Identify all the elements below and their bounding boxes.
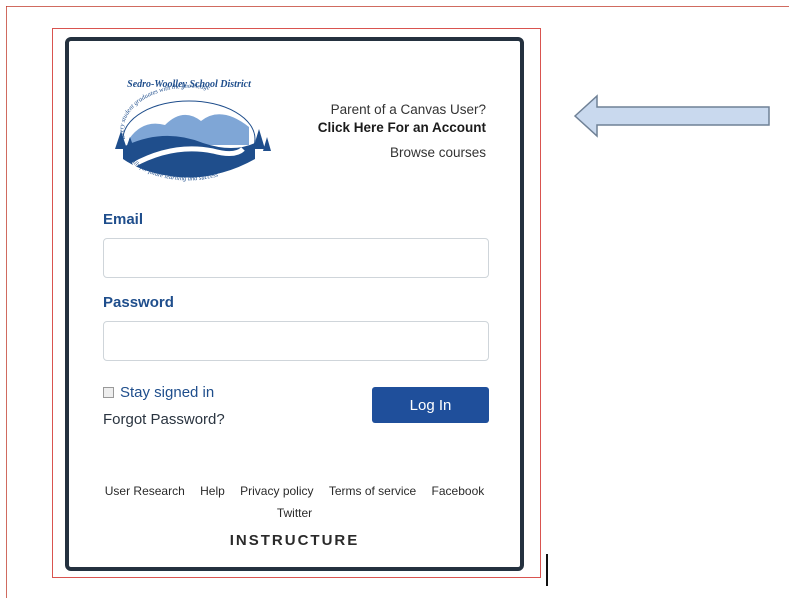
login-button[interactable]: Log In (372, 387, 489, 423)
footer-link-privacy[interactable]: Privacy policy (240, 484, 313, 498)
footer-link-facebook[interactable]: Facebook (432, 484, 485, 498)
password-field[interactable] (103, 321, 489, 361)
top-links: Parent of a Canvas User? Click Here For … (318, 101, 486, 162)
stay-signed-in-label[interactable]: Stay signed in (120, 384, 214, 401)
left-arrow-shape (573, 94, 770, 138)
footer-link-twitter[interactable]: Twitter (277, 506, 312, 520)
parent-question-text: Parent of a Canvas User? (330, 102, 486, 117)
footer-link-help[interactable]: Help (200, 484, 225, 498)
footer-link-user-research[interactable]: User Research (105, 484, 185, 498)
document-border-top (6, 6, 789, 7)
password-label: Password (103, 294, 174, 311)
email-field[interactable] (103, 238, 489, 278)
footer-link-terms[interactable]: Terms of service (329, 484, 416, 498)
district-logo: Sedro-Woolley School District Every stud… (115, 79, 271, 182)
stay-signed-in-checkbox[interactable] (103, 387, 114, 398)
login-card: Sedro-Woolley School District Every stud… (65, 37, 524, 571)
left-arrow-icon (573, 94, 770, 138)
create-account-link[interactable]: Click Here For an Account (318, 119, 486, 137)
stay-signed-in[interactable]: Stay signed in (103, 384, 214, 401)
forgot-password-link[interactable]: Forgot Password? (103, 411, 225, 428)
footer-links: User Research Help Privacy policy Terms … (69, 480, 520, 524)
email-label: Email (103, 211, 144, 228)
document-border-left (6, 6, 7, 598)
text-cursor (546, 554, 548, 586)
instructure-logo: INSTRUCTURE (229, 532, 360, 549)
browse-courses-link[interactable]: Browse courses (318, 144, 486, 162)
